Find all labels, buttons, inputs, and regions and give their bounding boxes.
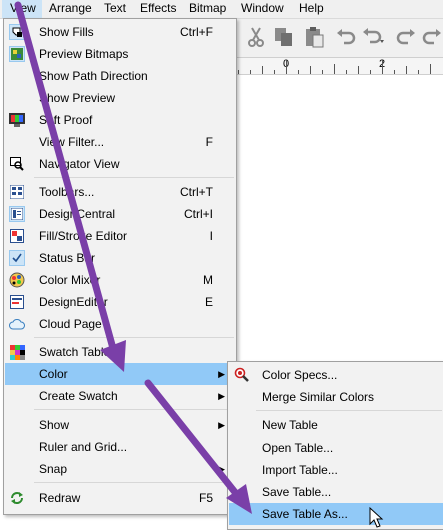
submenu-item-open-table[interactable]: Open Table... [229,437,443,459]
ruler-tick [334,64,335,74]
ruler-tick [430,64,431,74]
menu-bitmap[interactable]: Bitmap [189,0,226,18]
menu-help[interactable]: Help [299,0,324,18]
submenu-item-color-specs[interactable]: Color Specs... [229,364,443,386]
ruler-tick [238,70,239,74]
menu-item-view-filter[interactable]: View Filter... F [5,131,235,153]
menu-effects[interactable]: Effects [140,0,176,18]
menu-arrange[interactable]: Arrange [49,0,92,18]
menu-item-designeditor[interactable]: DesignEditor E [5,291,235,313]
ruler-tick [418,70,419,74]
ruler-tick [394,70,395,74]
ruler-tick [274,70,275,74]
menu-item-ruler-and-grid[interactable]: Ruler and Grid... [5,436,235,458]
menu-item-snap[interactable]: Snap ▶ [5,458,235,480]
show-fills-icon [9,24,25,40]
paste-icon[interactable] [302,25,326,49]
submenu-arrow-icon: ▶ [218,420,225,430]
submenu-item-new-table[interactable]: New Table [229,414,443,436]
redo-icon[interactable] [394,25,418,49]
menu-separator [34,482,234,483]
ruler-tick [310,66,311,74]
menu-item-show[interactable]: Show ▶ [5,414,235,436]
copy-icon[interactable] [272,25,296,49]
swatch-icon [9,344,25,360]
menu-item-toolbars[interactable]: Toolbars... Ctrl+T [5,181,235,203]
undo-list-icon[interactable] [362,25,386,49]
menu-item-redraw[interactable]: Redraw F5 [5,487,235,509]
menu-separator [34,409,234,410]
soft-proof-icon [9,112,25,128]
ruler-tick [262,66,263,74]
menu-item-preview-bitmaps[interactable]: Preview Bitmaps [5,43,235,65]
ruler-tick [358,66,359,74]
color-mixer-icon [9,272,25,288]
menu-item-status-bar[interactable]: Status Bar [5,247,235,269]
menu-item-color-mixer[interactable]: Color Mixer M [5,269,235,291]
view-menu: Show Fills Ctrl+F Preview Bitmaps Show P… [3,18,237,515]
ruler-tick [298,70,299,74]
submenu-arrow-icon: ▶ [218,464,225,474]
ruler-tick [382,60,383,74]
undo-icon[interactable] [334,25,358,49]
cloud-icon [9,316,25,332]
submenu-item-save-table-as[interactable]: Save Table As... [229,503,443,525]
fill-stroke-icon [9,228,25,244]
menu-item-show-path-direction[interactable]: Show Path Direction [5,65,235,87]
menu-item-cloud-page[interactable]: Cloud Page [5,313,235,335]
menu-separator [34,337,234,338]
menu-item-show-preview[interactable]: Show Preview [5,87,235,109]
menu-item-designcentral[interactable]: DesignCentral Ctrl+I [5,203,235,225]
cut-icon[interactable] [244,25,268,49]
design-central-icon [9,206,25,222]
submenu-item-merge-similar-colors[interactable]: Merge Similar Colors [229,386,443,408]
horizontal-ruler[interactable]: 0 2 [236,58,443,75]
menu-item-show-fills[interactable]: Show Fills Ctrl+F [5,21,235,43]
menu-item-swatch-table[interactable]: Swatch Table [5,341,235,363]
menu-item-soft-proof[interactable]: Soft Proof [5,109,235,131]
design-editor-icon [9,294,25,310]
submenu-item-save-table[interactable]: Save Table... [229,481,443,503]
main-toolbar [236,19,443,58]
ruler-tick [346,70,347,74]
color-submenu: Color Specs... Merge Similar Colors New … [227,361,443,530]
ruler-tick [250,70,251,74]
checkmark-icon [9,250,25,266]
menu-separator [256,410,442,411]
redo-list-icon[interactable] [420,25,443,49]
menu-item-color[interactable]: Color ▶ [5,363,235,385]
submenu-arrow-icon: ▶ [218,369,225,379]
menu-bar: View Arrange Text Effects Bitmap Window … [0,0,443,19]
submenu-arrow-icon: ▶ [218,391,225,401]
menu-view[interactable]: View [2,0,42,18]
menu-text[interactable]: Text [104,0,126,18]
submenu-item-import-table[interactable]: Import Table... [229,459,443,481]
menu-separator [34,177,234,178]
ruler-tick [286,60,287,74]
menu-window[interactable]: Window [241,0,284,18]
menu-item-navigator-view[interactable]: Navigator View [5,153,235,175]
ruler-tick [322,70,323,74]
ruler-tick [370,70,371,74]
menu-item-create-swatch[interactable]: Create Swatch ▶ [5,385,235,407]
preview-bitmaps-icon [9,46,25,62]
ruler-tick [406,66,407,74]
navigator-icon [9,156,25,172]
redraw-icon [9,490,25,506]
toolbars-icon [9,184,25,200]
menu-item-fill-stroke-editor[interactable]: Fill/Stroke Editor I [5,225,235,247]
color-specs-icon [234,367,250,383]
